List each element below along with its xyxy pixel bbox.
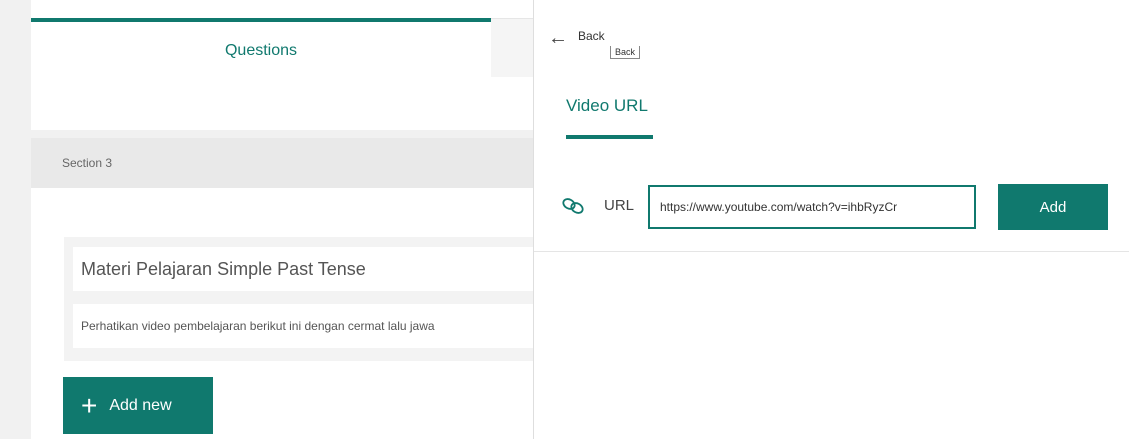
- form-editor: Questions Section 3 Materi Pelajaran Sim…: [0, 0, 533, 439]
- tab-active-indicator: [566, 135, 653, 139]
- section-label: Section 3: [62, 156, 113, 170]
- tab-responses[interactable]: [491, 18, 533, 77]
- tab-video-url[interactable]: Video URL: [566, 96, 648, 116]
- url-row: URL Add: [562, 184, 1112, 230]
- plus-icon: +: [81, 389, 98, 421]
- link-icon: [562, 198, 584, 214]
- back-button[interactable]: ← Back: [548, 28, 605, 58]
- tab-questions-label: Questions: [224, 42, 298, 59]
- tab-bar: Questions: [31, 0, 533, 130]
- question-title-field[interactable]: Materi Pelajaran Simple Past Tense: [73, 247, 533, 291]
- question-description-field[interactable]: Perhatikan video pembelajaran berikut in…: [73, 304, 533, 348]
- insert-video-panel: ← Back Back Video URL URL Add: [533, 0, 1129, 439]
- back-label: Back: [578, 29, 605, 43]
- section-header[interactable]: Section 3: [31, 138, 533, 188]
- question-description: Perhatikan video pembelajaran berikut in…: [81, 319, 435, 333]
- question-card[interactable]: Materi Pelajaran Simple Past Tense Perha…: [64, 237, 533, 361]
- add-new-label: Add new: [109, 396, 172, 414]
- add-new-button[interactable]: + Add new: [63, 377, 213, 434]
- url-label: URL: [604, 197, 635, 214]
- add-button[interactable]: Add: [998, 184, 1108, 230]
- question-title: Materi Pelajaran Simple Past Tense: [81, 258, 366, 279]
- back-tooltip: Back: [610, 46, 641, 59]
- arrow-left-icon: ←: [548, 27, 568, 49]
- tab-video-url-label: Video URL: [566, 96, 648, 115]
- url-input[interactable]: [648, 185, 976, 229]
- divider: [534, 251, 1129, 252]
- tab-questions[interactable]: Questions: [31, 18, 491, 80]
